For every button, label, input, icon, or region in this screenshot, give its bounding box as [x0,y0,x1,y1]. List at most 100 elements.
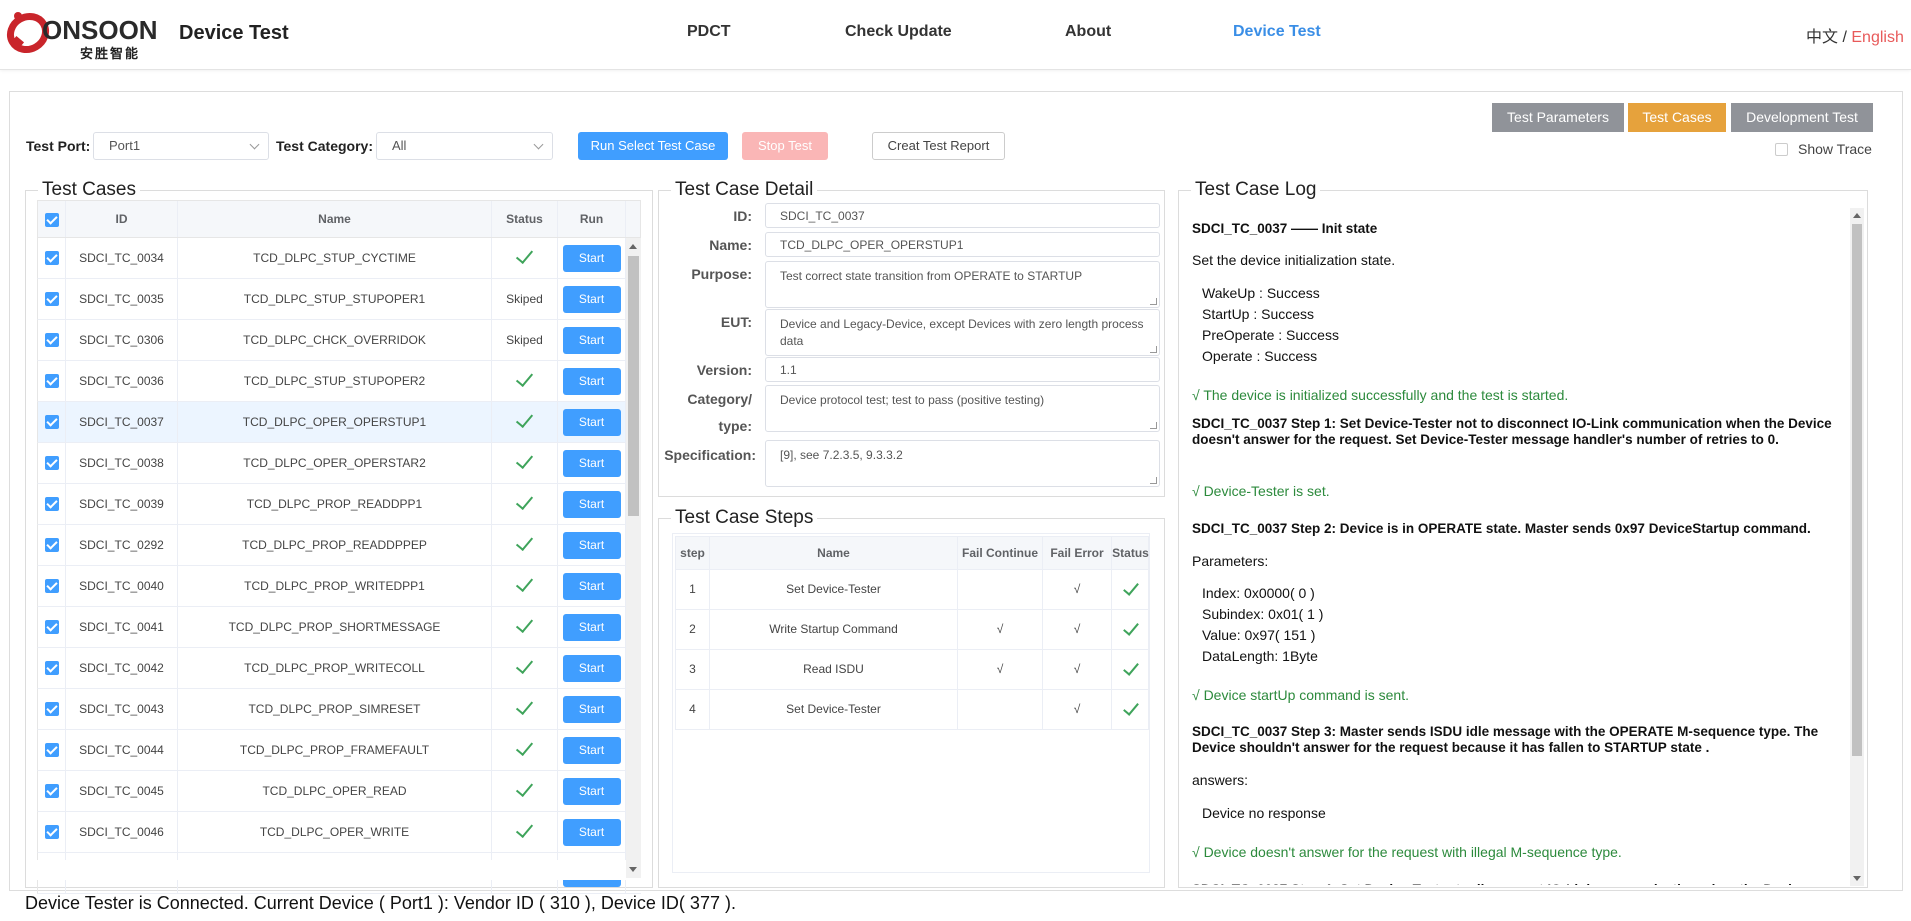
row-status [492,566,558,606]
row-checkbox[interactable] [38,361,66,401]
select-all-checkbox[interactable] [38,201,66,237]
log-line: Index: 0x0000( 0 ) [1202,585,1315,601]
steps-header: step Name Fail Continue Fail Error Statu… [675,536,1149,570]
start-button[interactable]: Start [562,573,621,600]
show-trace-checkbox[interactable] [1775,143,1788,156]
table-row[interactable]: SDCI_TC_0044 TCD_DLPC_PROP_FRAMEFAULT Star… [37,730,641,771]
pass-check-icon [515,245,534,265]
test-category-select[interactable]: All [376,132,553,160]
scrollbar-thumb[interactable] [1852,224,1862,756]
scroll-down-icon[interactable] [1853,876,1861,881]
log-line: Parameters: [1192,553,1269,569]
nav-about[interactable]: About [1065,23,1111,41]
tab-development-test[interactable]: Development Test [1731,103,1873,132]
row-checkbox[interactable] [38,771,66,811]
start-button[interactable]: Start [562,327,621,354]
table-row[interactable]: SDCI_TC_0292 TCD_DLPC_PROP_READDPPEP Start [37,525,641,566]
table-row[interactable]: SDCI_TC_0038 TCD_DLPC_OPER_OPERSTAR2 Start [37,443,641,484]
nav-pdct[interactable]: PDCT [687,23,731,41]
pass-check-icon [515,737,534,757]
lang-chinese[interactable]: 中文 [1806,29,1838,46]
row-checkbox[interactable] [38,443,66,483]
detail-category-field[interactable]: Device protocol test; test to pass (posi… [765,385,1160,432]
create-test-report-button[interactable]: Creat Test Report [872,132,1005,160]
table-row[interactable]: SDCI_TC_0306 TCD_DLPC_CHCK_OVERRIDOK Skipe… [37,320,641,361]
resize-handle-icon[interactable] [1150,477,1157,484]
tab-test-cases[interactable]: Test Cases [1628,103,1726,132]
start-button[interactable]: Start [562,368,621,395]
test-port-select[interactable]: Port1 [93,132,269,160]
scroll-up-icon[interactable] [629,244,637,249]
detail-eut-field[interactable]: Device and Legacy-Device, except Devices… [765,309,1160,356]
start-button[interactable]: Start [562,532,621,559]
row-checkbox[interactable] [38,689,66,729]
run-select-test-case-button[interactable]: Run Select Test Case [578,132,728,160]
row-checkbox[interactable] [38,279,66,319]
row-checkbox[interactable] [38,238,66,278]
row-id: SDCI_TC_0043 [79,702,164,716]
show-trace-toggle[interactable]: Show Trace [1775,141,1872,157]
col-fail-error-header: Fail Error [1050,546,1104,560]
table-row[interactable]: SDCI_TC_0035 TCD_DLPC_STUP_STUPOPER1 Skipe… [37,279,641,320]
start-button[interactable]: Start [562,409,621,436]
row-checkbox[interactable] [38,484,66,524]
row-id: SDCI_TC_0038 [79,456,164,470]
start-button[interactable]: Start [562,286,621,313]
resize-handle-icon[interactable] [1150,422,1157,429]
scroll-down-icon[interactable] [629,867,637,872]
row-status [492,525,558,565]
table-row[interactable]: SDCI_TC_0042 TCD_DLPC_PROP_WRITECOLL Start [37,648,641,689]
step-fail-continue: √ [996,622,1004,636]
test-cases-scrollbar[interactable] [626,238,641,878]
table-row[interactable]: SDCI_TC_0045 TCD_DLPC_OPER_READ Start [37,771,641,812]
table-row[interactable]: SDCI_TC_0043 TCD_DLPC_PROP_SIMRESET Start [37,689,641,730]
table-row[interactable]: SDCI_TC_0040 TCD_DLPC_PROP_WRITEDPP1 Start [37,566,641,607]
lang-english[interactable]: English [1851,29,1903,46]
nav-device-test[interactable]: Device Test [1233,23,1321,41]
step-number: 3 [689,662,696,676]
step-row: 4 Set Device-Tester √ [675,690,1149,730]
start-button[interactable]: Start [562,737,621,764]
detail-spec-field[interactable]: [9], see 7.2.3.5, 9.3.3.2 [765,440,1160,487]
log-step-heading: SDCI_TC_0037 Step 4: Set Device-Tester t… [1192,882,1840,885]
scrollbar-thumb[interactable] [628,256,639,516]
table-row[interactable]: SDCI_TC_0036 TCD_DLPC_STUP_STUPOPER2 Start [37,361,641,402]
row-checkbox[interactable] [38,812,66,852]
start-button[interactable]: Start [562,491,621,518]
detail-id-field[interactable]: SDCI_TC_0037 [765,203,1160,228]
row-checkbox[interactable] [38,320,66,360]
start-button[interactable]: Start [562,450,621,477]
log-step-heading: SDCI_TC_0037 Step 3: Master sends ISDU i… [1192,724,1819,755]
nav-check-update[interactable]: Check Update [845,23,952,41]
row-checkbox[interactable] [38,730,66,770]
detail-version-field[interactable]: 1.1 [765,357,1160,382]
detail-name-field[interactable]: TCD_DLPC_OPER_OPERSTUP1 [765,232,1160,257]
resize-handle-icon[interactable] [1150,298,1157,305]
stop-test-button[interactable]: Stop Test [742,132,828,160]
scroll-up-icon[interactable] [1853,213,1861,218]
start-button[interactable]: Start [562,819,621,846]
row-checkbox[interactable] [38,566,66,606]
detail-purpose-field[interactable]: Test correct state transition from OPERA… [765,261,1160,308]
tab-test-parameters[interactable]: Test Parameters [1492,103,1624,132]
table-row[interactable]: SDCI_TC_0037 TCD_DLPC_OPER_OPERSTUP1 Start [37,402,641,443]
start-button[interactable]: Start [562,614,621,641]
pass-check-icon [515,614,534,634]
table-row[interactable]: SDCI_TC_0034 TCD_DLPC_STUP_CYCTIME Start [37,238,641,279]
start-button[interactable]: Start [562,245,621,272]
detail-title: Test Case Detail [671,178,818,202]
table-row[interactable]: SDCI_TC_0039 TCD_DLPC_PROP_READDPP1 Start [37,484,641,525]
table-row[interactable]: SDCI_TC_0041 TCD_DLPC_PROP_SHORTMESSAGE St… [37,607,641,648]
row-checkbox[interactable] [38,402,66,442]
start-button[interactable]: Start [562,655,621,682]
table-row[interactable]: SDCI_TC_0046 TCD_DLPC_OPER_WRITE Start [37,812,641,853]
row-checkbox[interactable] [38,648,66,688]
log-scrollbar[interactable] [1850,208,1864,886]
start-button[interactable]: Start [562,696,621,723]
row-checkbox[interactable] [38,607,66,647]
row-status [492,443,558,483]
start-button[interactable]: Start [562,778,621,805]
log-success-line: √ Device startUp command is sent. [1192,687,1409,703]
row-checkbox[interactable] [38,525,66,565]
resize-handle-icon[interactable] [1150,346,1157,353]
